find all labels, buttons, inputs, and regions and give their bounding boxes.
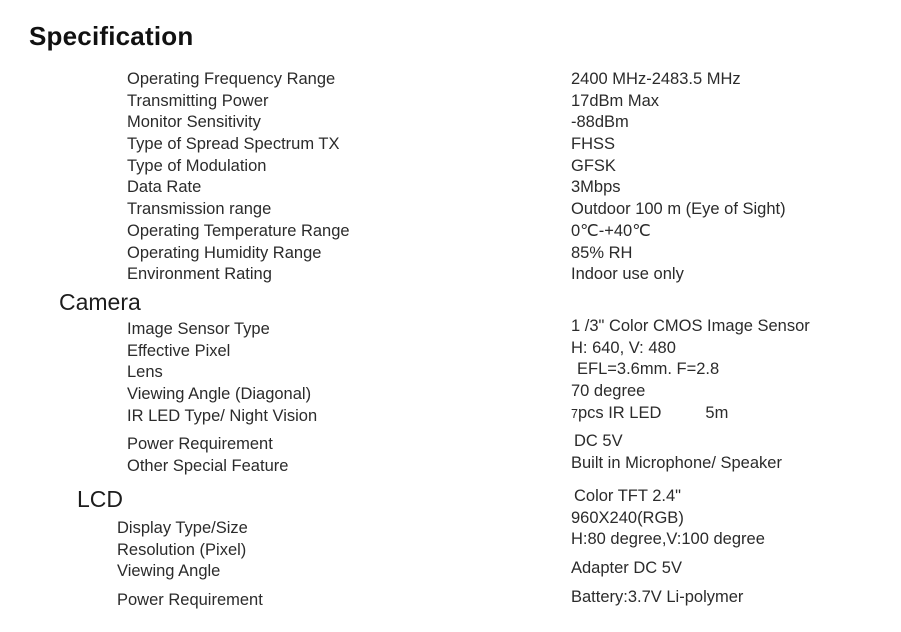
ir-led-distance: 5m	[705, 403, 729, 422]
spec-label: Effective Pixel	[127, 341, 231, 360]
spec-value: 85% RH	[571, 243, 633, 262]
spec-value: GFSK	[571, 156, 616, 175]
spec-value: Color TFT 2.4"	[574, 487, 682, 505]
spec-value: H: 640, V: 480	[571, 338, 676, 357]
spec-value: Indoor use only	[571, 265, 684, 284]
spec-label: Monitor Sensitivity	[127, 113, 261, 132]
spec-label: Transmission range	[127, 200, 272, 219]
spec-value: 3Mbps	[571, 178, 621, 197]
spec-label: Operating Humidity Range	[127, 243, 322, 262]
spec-value: EFL=3.6mm. F=2.8	[577, 360, 720, 379]
rf-spec-value-column: 2400 MHz-2483.5 MHz 17dBm Max -88dBm FHS…	[571, 69, 786, 286]
spec-value: DC 5V	[574, 432, 623, 451]
spec-label: Display Type/Size	[117, 519, 248, 537]
spec-value: H:80 degree,V:100 degree	[571, 530, 765, 549]
rf-spec-label-column: Operating Frequency Range Transmitting P…	[127, 69, 350, 286]
camera-value-column: 1 /3" Color CMOS Image Sensor H: 640, V:…	[571, 316, 810, 475]
spec-value-ir-led: 7pcs IR LED 5m	[571, 403, 810, 425]
section-heading-camera: Camera	[59, 289, 141, 315]
spec-label: Type of Modulation	[127, 156, 267, 175]
spec-label: Environment Rating	[127, 265, 272, 284]
specification-page: Specification Operating Frequency Range …	[0, 0, 901, 632]
spec-value: Adapter DC 5V	[571, 559, 682, 578]
spec-label: Resolution (Pixel)	[117, 540, 247, 559]
spec-value: 17dBm Max	[571, 91, 660, 110]
camera-label-column: Image Sensor Type Effective Pixel Lens V…	[127, 319, 317, 478]
page-title: Specification	[29, 21, 194, 51]
spec-value: -88dBm	[571, 113, 629, 132]
ir-led-text: pcs IR LED	[577, 403, 662, 422]
spec-value: 0℃-+40℃	[571, 221, 651, 240]
spec-value: FHSS	[571, 135, 616, 154]
spec-value: 2400 MHz-2483.5 MHz	[571, 70, 741, 88]
spec-label: Power Requirement	[127, 435, 273, 454]
spec-label: Operating Frequency Range	[127, 70, 336, 88]
spec-label: Type of Spread Spectrum TX	[127, 135, 340, 154]
spec-label: Transmitting Power	[127, 91, 269, 110]
ir-led-quantity: 7	[571, 406, 578, 421]
spec-value: Battery:3.7V Li-polymer	[571, 587, 744, 606]
spec-value: 70 degree	[571, 382, 646, 401]
spec-label: Data Rate	[127, 178, 202, 197]
spec-label: Image Sensor Type	[127, 320, 270, 338]
spec-value: 1 /3" Color CMOS Image Sensor	[571, 317, 810, 335]
spec-label: Viewing Angle (Diagonal)	[127, 385, 312, 404]
section-heading-lcd: LCD	[77, 486, 124, 512]
spec-value: Outdoor 100 m (Eye of Sight)	[571, 200, 786, 219]
spec-value: Built in Microphone/ Speaker	[571, 454, 782, 473]
spec-label: IR LED Type/ Night Vision	[127, 406, 318, 425]
spec-value: 960X240(RGB)	[571, 508, 684, 527]
spec-label: Other Special Feature	[127, 457, 289, 476]
spec-label: Lens	[127, 363, 163, 382]
spec-label: Power Requirement	[117, 591, 263, 610]
spec-label: Operating Temperature Range	[127, 221, 350, 240]
lcd-label-column: Display Type/Size Resolution (Pixel) Vie…	[117, 518, 263, 612]
lcd-value-column: Color TFT 2.4" 960X240(RGB) H:80 degree,…	[571, 486, 765, 608]
spec-label: Viewing Angle	[117, 562, 221, 581]
